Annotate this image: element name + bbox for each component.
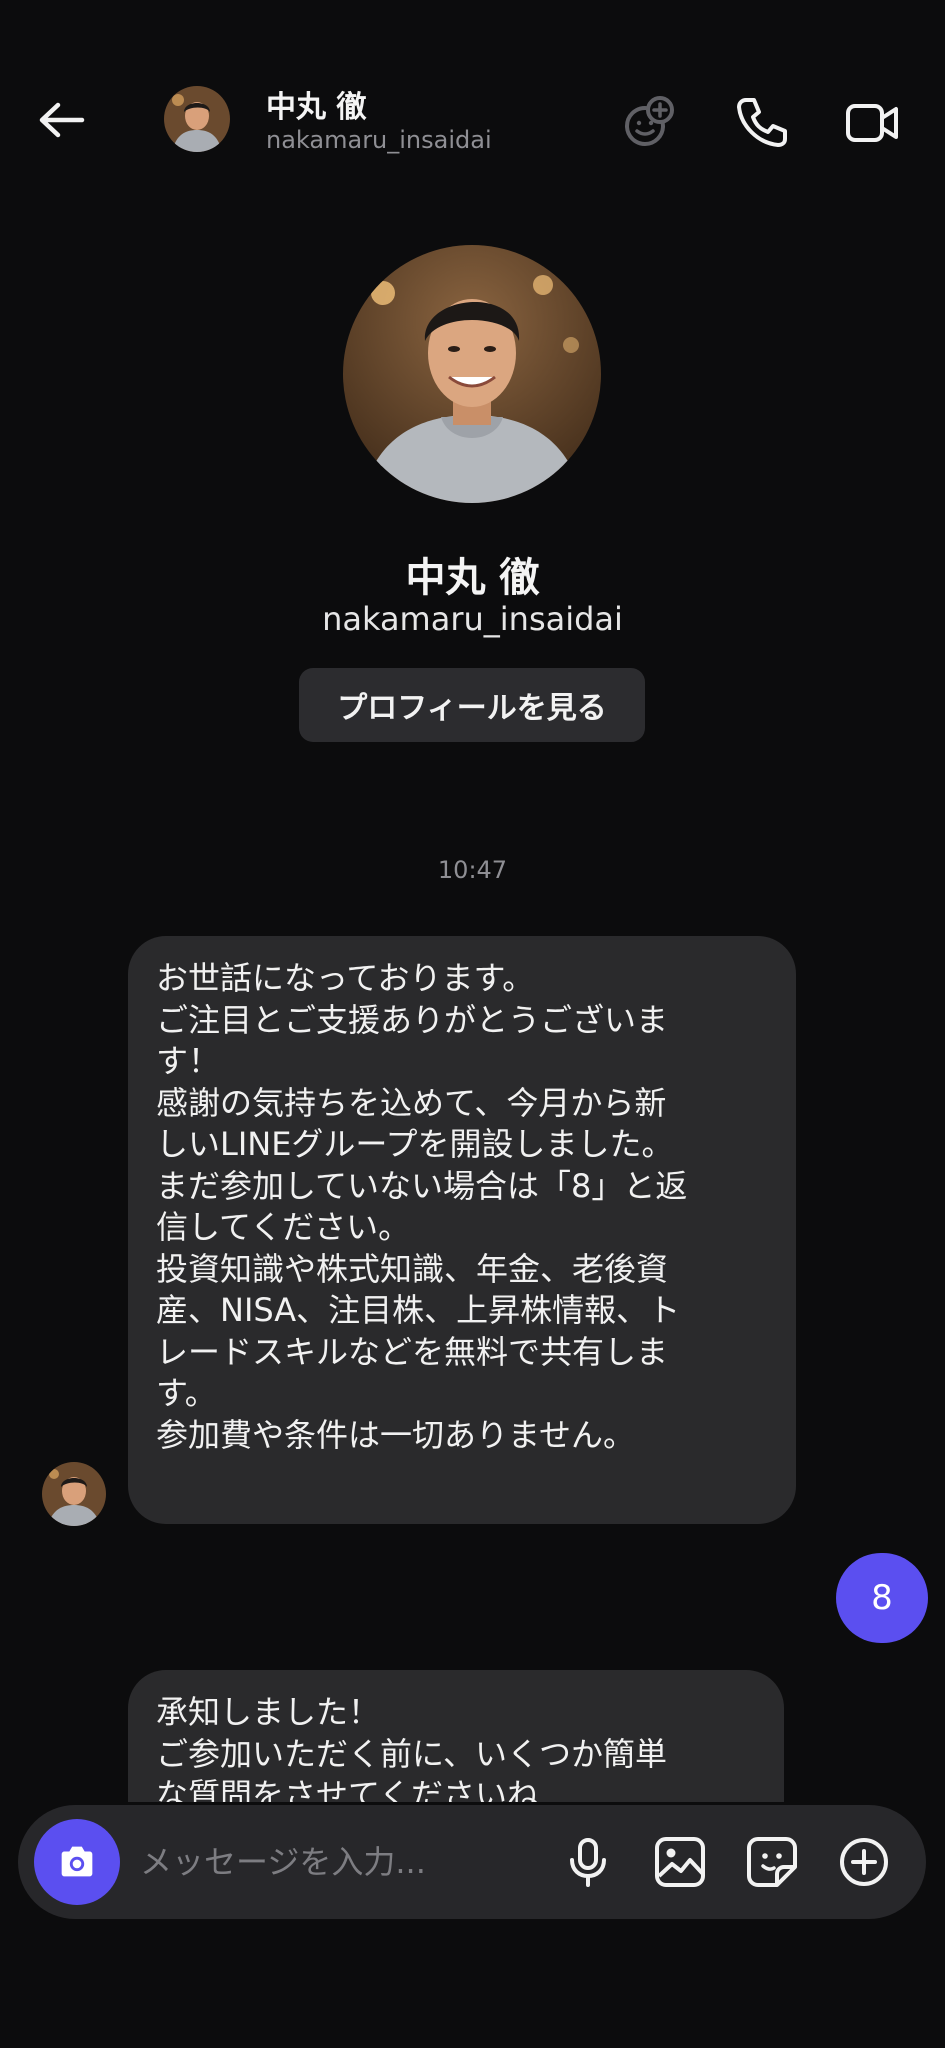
camera-icon — [61, 1846, 93, 1877]
sticker-button[interactable] — [744, 1834, 800, 1890]
outgoing-message-bubble[interactable]: 8 — [836, 1553, 928, 1643]
message-input[interactable] — [140, 1832, 540, 1892]
message-line: 産、NISA、注目株、上昇株情報、ト — [156, 1291, 681, 1329]
message-line: ご注目とご支援ありがとうございま — [156, 1000, 669, 1039]
incoming-message-bubble[interactable]: お世話になっております。 ご注目とご支援ありがとうございま す！ 感謝の気持ちを… — [128, 936, 796, 1524]
message-line: まだ参加していない場合は「8」と返 — [156, 1166, 688, 1205]
gallery-button[interactable] — [652, 1834, 708, 1890]
view-profile-button[interactable]: プロフィールを見る — [299, 668, 645, 742]
message-line: す！ — [156, 1042, 221, 1080]
profile-photo[interactable] — [343, 245, 601, 503]
header-username: nakamaru_insaidai — [266, 126, 492, 154]
message-line: 承知しました！ — [156, 1693, 381, 1731]
add-friend-icon — [625, 96, 674, 146]
sender-avatar[interactable] — [42, 1462, 106, 1526]
message-line: お世話になっております。 — [156, 959, 535, 997]
message-scroll-clip: 承知しました！ ご参加いただく前に、いくつか簡単 な質問をさせてくださいね — [0, 1660, 945, 1802]
message-line: しいLINEグループを開設しました。 — [156, 1125, 674, 1163]
incoming-message-bubble[interactable]: 承知しました！ ご参加いただく前に、いくつか簡単 な質問をさせてくださいね — [128, 1670, 784, 1802]
message-line: 参加費や条件は一切ありません。 — [156, 1415, 636, 1454]
call-button[interactable] — [730, 90, 794, 154]
more-options-button[interactable] — [836, 1834, 892, 1890]
header-avatar[interactable] — [164, 86, 230, 152]
message-line: 感謝の気持ちを込めて、今月から新 — [156, 1083, 667, 1122]
message-line: な質問をさせてくださいね — [156, 1776, 540, 1802]
message-line: す。 — [156, 1374, 217, 1412]
add-friend-button[interactable] — [618, 90, 682, 154]
message-line: 信してください。 — [156, 1208, 411, 1246]
header-contact-name: 中丸 徹 — [266, 90, 367, 125]
message-line: レードスキルなどを無料で共有しま — [156, 1332, 669, 1371]
video-call-icon — [846, 104, 898, 142]
camera-button[interactable] — [34, 1819, 120, 1905]
message-line: 投資知識や株式知識、年金、老後資 — [156, 1249, 669, 1288]
voice-button[interactable] — [560, 1834, 616, 1890]
video-call-button[interactable] — [840, 90, 904, 154]
back-button[interactable] — [30, 92, 94, 156]
phone-icon — [737, 98, 787, 147]
message-line: ご参加いただく前に、いくつか簡単 — [156, 1734, 668, 1773]
microphone-icon — [570, 1838, 606, 1887]
sticker-icon — [747, 1837, 797, 1887]
message-timestamp: 10:47 — [437, 856, 508, 884]
image-icon — [655, 1837, 705, 1887]
back-arrow-icon — [39, 102, 85, 138]
profile-username: nakamaru_insaidai — [322, 600, 623, 638]
profile-name: 中丸 徹 — [405, 555, 540, 601]
add-circle-icon — [840, 1838, 888, 1886]
